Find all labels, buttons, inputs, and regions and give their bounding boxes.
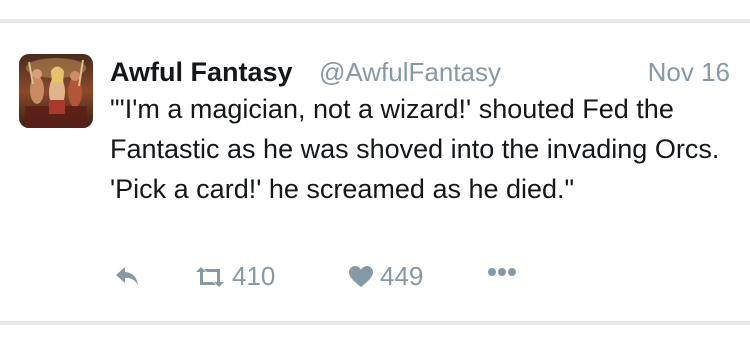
tweet-card[interactable]: Awful Fantasy @AwfulFantasy Nov 16 "'I'm…: [0, 22, 750, 322]
reply-button[interactable]: [114, 265, 140, 287]
like-button[interactable]: 449: [348, 261, 423, 292]
tweet-header: Awful Fantasy @AwfulFantasy Nov 16: [110, 57, 730, 93]
reply-icon: [116, 267, 138, 285]
retweet-button[interactable]: 410: [194, 261, 275, 292]
next-tweet-edge: [0, 324, 750, 352]
tweet-date[interactable]: Nov 16: [648, 57, 730, 88]
like-count: 449: [380, 261, 424, 291]
fantasy-art-avatar-icon: [19, 54, 93, 128]
author-name[interactable]: Awful Fantasy: [110, 57, 293, 88]
more-button[interactable]: [487, 267, 517, 277]
retweet-count: 410: [232, 261, 276, 291]
avatar[interactable]: [19, 54, 93, 128]
more-dots-icon: [488, 268, 516, 276]
previous-tweet-edge: [0, 0, 750, 20]
author-handle[interactable]: @AwfulFantasy: [319, 57, 501, 88]
retweet-icon: [196, 266, 224, 287]
tweet-actions: 410 449: [110, 261, 730, 295]
heart-icon: [349, 265, 373, 287]
tweet-text: "'I'm a magician, not a wizard!' shouted…: [110, 94, 720, 204]
